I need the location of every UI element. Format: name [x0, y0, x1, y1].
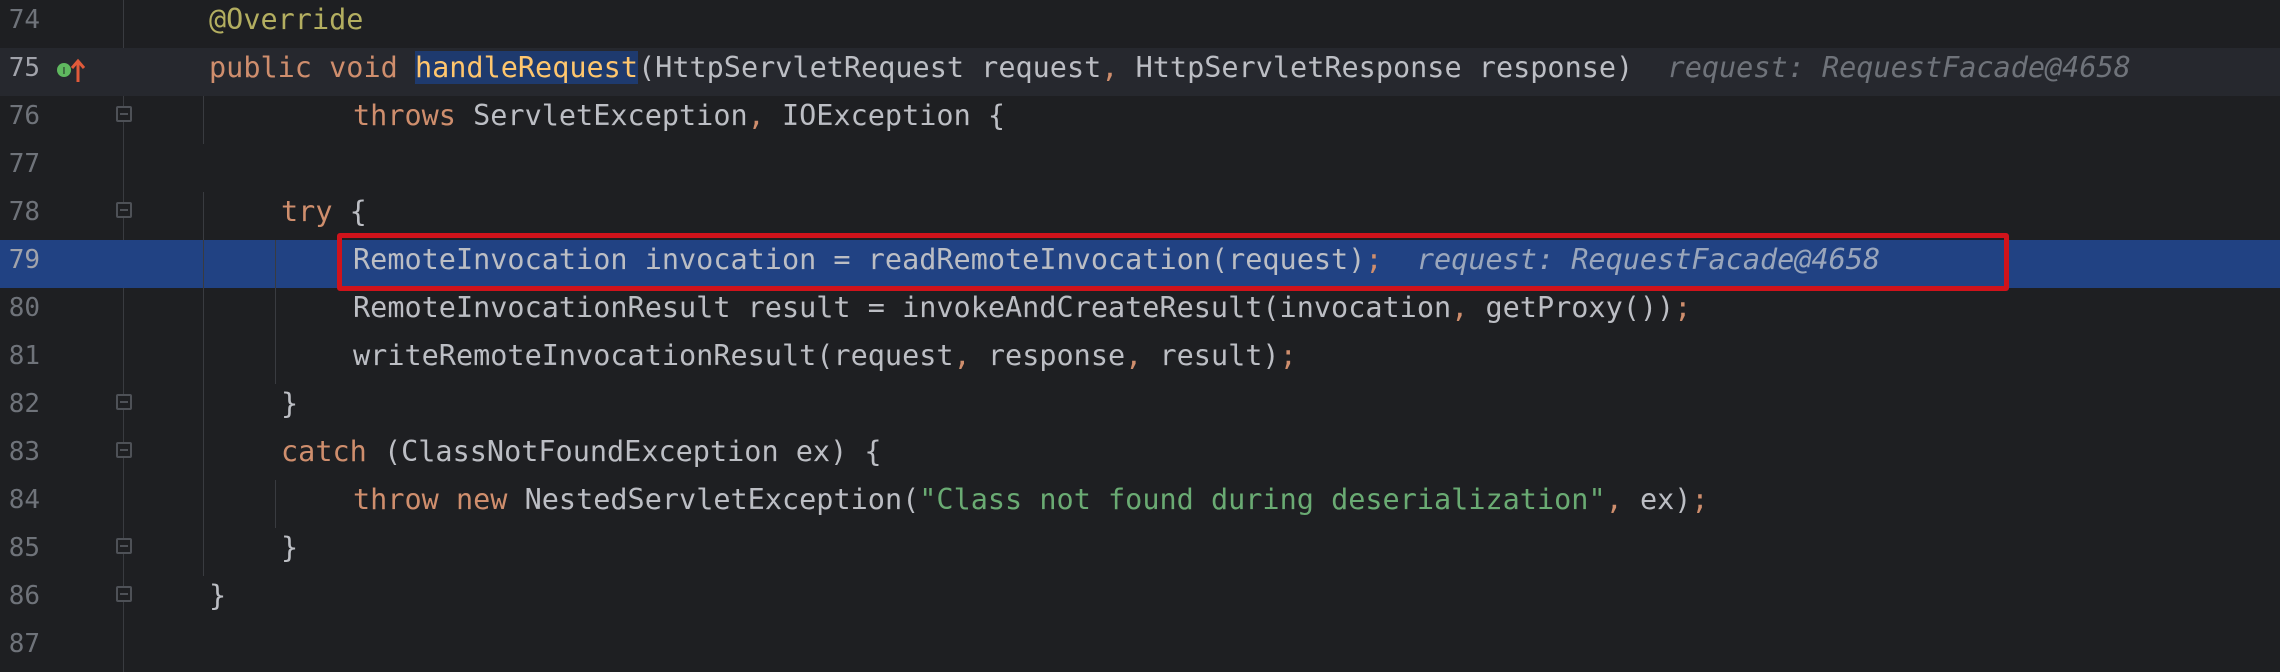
code-token: , — [1451, 291, 1469, 324]
line-code[interactable]: } — [281, 384, 298, 432]
indent-guide — [275, 240, 276, 384]
code-line-81[interactable]: 81 writeRemoteInvocationResult(request, … — [0, 336, 2280, 384]
fold-icon[interactable] — [116, 442, 132, 458]
line-code[interactable]: @Override — [209, 0, 363, 48]
line-number: 76 — [8, 101, 40, 131]
code-token: try — [281, 195, 333, 228]
svg-text:I: I — [63, 66, 66, 77]
line-number: 80 — [8, 293, 40, 323]
code-token: response — [970, 339, 1126, 372]
code-token: ; — [1674, 291, 1692, 324]
code-token: } — [281, 387, 299, 420]
code-line-87[interactable]: 87 — [0, 624, 2280, 672]
line-number: 84 — [8, 485, 40, 515]
fold-icon[interactable] — [116, 394, 132, 410]
indent-guide — [203, 192, 204, 576]
code-token: result) — [1142, 339, 1280, 372]
line-number: 86 — [8, 581, 40, 611]
line-number: 77 — [8, 149, 40, 179]
code-token: , — [1101, 51, 1119, 84]
code-token: ex) — [1622, 483, 1692, 516]
code-token: , — [1605, 483, 1623, 516]
highlight-box — [337, 233, 2009, 291]
code-token: ; — [1279, 339, 1297, 372]
code-token: handleRequest — [414, 51, 638, 84]
inlay-hint: request: RequestFacade@4658 — [1633, 51, 2131, 84]
line-number: 82 — [8, 389, 40, 419]
code-line-83[interactable]: 83 catch (ClassNotFoundException ex) { — [0, 432, 2280, 480]
code-token: public — [209, 51, 312, 84]
code-token: , — [747, 99, 765, 132]
code-line-76[interactable]: 76 throws ServletException, IOException … — [0, 96, 2280, 144]
code-token: IOException { — [764, 99, 1006, 132]
code-token: HttpServletResponse response) — [1118, 51, 1634, 84]
code-line-75[interactable]: 75 public void handleRequest(HttpServlet… — [0, 48, 2280, 96]
line-number: 87 — [8, 629, 40, 659]
code-token: new — [455, 483, 508, 516]
line-number: 78 — [8, 197, 40, 227]
code-line-77[interactable]: 77 — [0, 144, 2280, 192]
code-token: , — [1125, 339, 1143, 372]
line-number: 85 — [8, 533, 40, 563]
line-code[interactable]: throw new NestedServletException("Class … — [353, 480, 1709, 528]
fold-icon[interactable] — [116, 202, 132, 218]
code-line-85[interactable]: 85 } — [0, 528, 2280, 576]
code-token: RemoteInvocationResult result = invokeAn… — [353, 291, 1452, 324]
code-token: @Override — [209, 3, 364, 36]
line-code[interactable]: public void handleRequest(HttpServletReq… — [209, 48, 2131, 96]
code-token: NestedServletException( — [507, 483, 920, 516]
code-token: ServletException — [455, 99, 748, 132]
code-line-86[interactable]: 86 } — [0, 576, 2280, 624]
override-icon[interactable]: I — [56, 58, 86, 84]
code-line-80[interactable]: 80 RemoteInvocationResult result = invok… — [0, 288, 2280, 336]
code-token: throws — [353, 99, 456, 132]
fold-icon[interactable] — [116, 586, 132, 602]
code-token: ; — [1691, 483, 1709, 516]
code-token: } — [209, 579, 227, 612]
line-code[interactable]: RemoteInvocationResult result = invokeAn… — [353, 288, 1691, 336]
line-code[interactable]: } — [281, 528, 298, 576]
line-code[interactable]: writeRemoteInvocationResult(request, res… — [353, 336, 1297, 384]
code-token: , — [953, 339, 971, 372]
line-number: 79 — [8, 245, 40, 275]
line-code[interactable]: } — [209, 576, 226, 624]
code-token: "Class not found during deserialization" — [919, 483, 1606, 516]
code-line-74[interactable]: 74 @Override — [0, 0, 2280, 48]
line-number: 74 — [8, 5, 40, 35]
line-code[interactable]: throws ServletException, IOException { — [353, 96, 1005, 144]
line-number: 81 — [8, 341, 40, 371]
code-line-84[interactable]: 84 throw new NestedServletException("Cla… — [0, 480, 2280, 528]
fold-icon[interactable] — [116, 106, 132, 122]
code-token: (ClassNotFoundException ex) { — [366, 435, 882, 468]
code-token: void — [329, 51, 398, 84]
line-number: 83 — [8, 437, 40, 467]
indent-guide — [203, 96, 204, 144]
code-token: catch — [281, 435, 367, 468]
code-token: (HttpServletRequest request — [638, 51, 1102, 84]
code-token: throw — [353, 483, 439, 516]
fold-icon[interactable] — [116, 538, 132, 554]
line-number: 75 — [8, 53, 40, 83]
code-token: writeRemoteInvocationResult(request — [353, 339, 954, 372]
line-code[interactable]: catch (ClassNotFoundException ex) { — [281, 432, 882, 480]
code-token: getProxy()) — [1468, 291, 1675, 324]
code-token: { — [332, 195, 367, 228]
code-editor[interactable]: 74 @Override 75 public void handleReques… — [0, 0, 2280, 672]
code-line-82[interactable]: 82 } — [0, 384, 2280, 432]
code-token: } — [281, 531, 299, 564]
indent-guide — [275, 480, 276, 528]
